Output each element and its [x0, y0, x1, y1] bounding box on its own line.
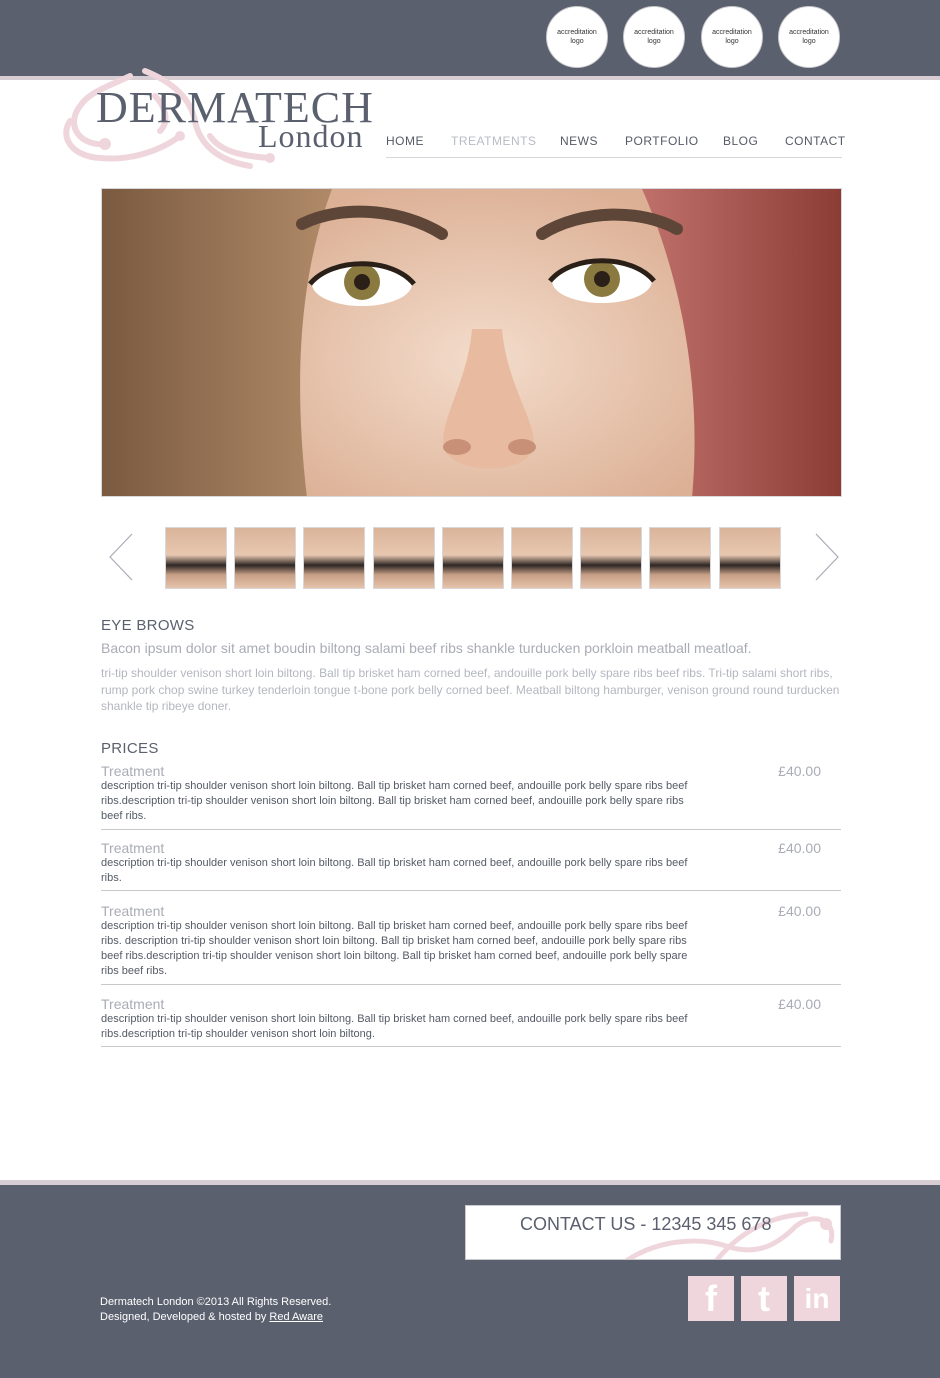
twitter-icon[interactable]: t	[741, 1276, 787, 1321]
copyright-line: Dermatech London ©2013 All Rights Reserv…	[100, 1296, 332, 1308]
gallery-thumbnail[interactable]	[441, 527, 504, 589]
gallery-prev-arrow-icon[interactable]	[106, 532, 136, 582]
treatment-name: Treatment	[101, 840, 165, 856]
price-row: Treatment description tri-tip shoulder v…	[101, 763, 841, 830]
gallery-thumbnail[interactable]	[649, 527, 712, 589]
accreditation-badge[interactable]: accreditation logo	[778, 6, 840, 68]
section-title-prices: PRICES	[101, 740, 159, 757]
intro-lead: Bacon ipsum dolor sit amet boudin bilton…	[101, 640, 752, 656]
gallery-thumbnail[interactable]	[580, 527, 643, 589]
main-nav: HOME TREATMENTS NEWS PORTFOLIO BLOG CONT…	[386, 132, 845, 158]
accreditation-badge[interactable]: accreditation logo	[701, 6, 763, 68]
hero-face-illustration	[102, 189, 841, 496]
red-aware-link[interactable]: Red Aware	[269, 1311, 323, 1323]
logo-subtitle: London	[258, 118, 364, 154]
treatment-description: description tri-tip shoulder venison sho…	[101, 920, 688, 977]
gallery-thumbnail[interactable]	[165, 527, 227, 589]
nav-treatments[interactable]: TREATMENTS	[451, 134, 536, 148]
gallery-thumbnail[interactable]	[511, 527, 573, 589]
hero-image	[101, 188, 842, 497]
treatment-name: Treatment	[101, 903, 165, 919]
treatment-description: description tri-tip shoulder venison sho…	[101, 857, 688, 884]
treatment-price: £40.00	[778, 996, 821, 1012]
nav-contact[interactable]: CONTACT	[785, 134, 846, 148]
price-row: Treatment description tri-tip shoulder v…	[101, 903, 841, 985]
treatment-name: Treatment	[101, 763, 165, 779]
gallery-thumbnail[interactable]	[718, 527, 781, 589]
gallery-thumbnail[interactable]	[372, 527, 435, 589]
intro-body: tri-tip shoulder venison short loin bilt…	[101, 666, 840, 713]
price-row: Treatment description tri-tip shoulder v…	[101, 996, 841, 1047]
nav-home[interactable]: HOME	[386, 134, 424, 148]
gallery-thumbnail[interactable]	[234, 527, 297, 589]
price-row: Treatment description tri-tip shoulder v…	[101, 840, 841, 891]
treatment-description: description tri-tip shoulder venison sho…	[101, 1013, 688, 1040]
section-title-eye-brows: EYE BROWS	[101, 617, 195, 634]
treatment-price: £40.00	[778, 903, 821, 919]
contact-phone: CONTACT US - 12345 345 678	[520, 1214, 772, 1234]
treatment-price: £40.00	[778, 763, 821, 779]
gallery-thumbnail[interactable]	[303, 527, 366, 589]
treatment-description: description tri-tip shoulder venison sho…	[101, 780, 688, 822]
facebook-icon[interactable]: f	[688, 1276, 734, 1321]
accreditation-badge[interactable]: accreditation logo	[623, 6, 685, 68]
nav-portfolio[interactable]: PORTFOLIO	[625, 134, 699, 148]
credits-line: Designed, Developed & hosted by Red Awar…	[100, 1311, 323, 1323]
gallery-next-arrow-icon[interactable]	[812, 532, 842, 582]
nav-news[interactable]: NEWS	[560, 134, 598, 148]
linkedin-icon[interactable]: in	[794, 1276, 840, 1321]
accreditation-badge[interactable]: accreditation logo	[546, 6, 608, 68]
site-logo[interactable]: DERMATECH London	[60, 66, 380, 176]
treatment-name: Treatment	[101, 996, 165, 1012]
contact-box[interactable]: CONTACT US - 12345 345 678	[465, 1205, 841, 1260]
nav-blog[interactable]: BLOG	[723, 134, 758, 148]
treatment-price: £40.00	[778, 840, 821, 856]
copyright: Dermatech London ©2013 All Rights Reserv…	[100, 1295, 331, 1325]
